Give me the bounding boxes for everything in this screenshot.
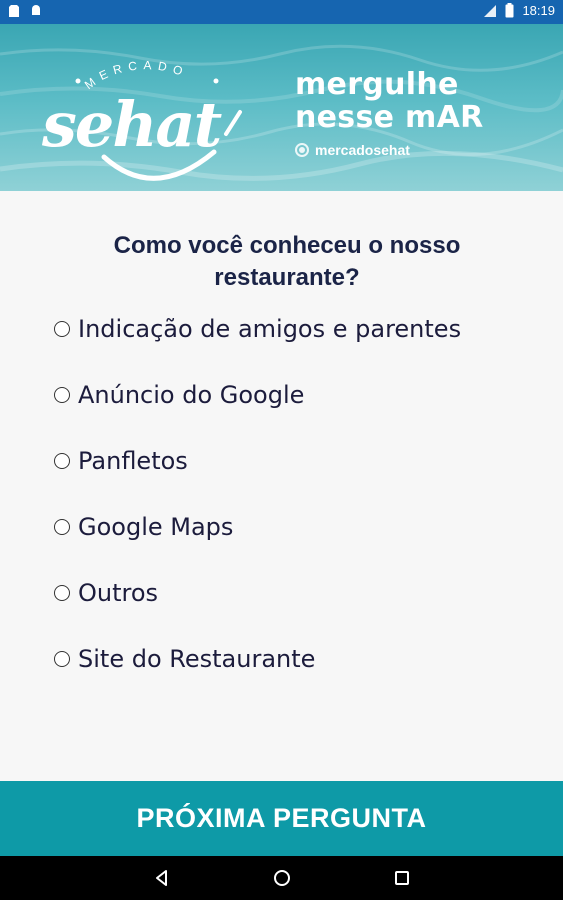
battery-icon	[505, 3, 514, 18]
radio-button[interactable]	[54, 651, 70, 667]
option-label: Indicação de amigos e parentes	[78, 315, 462, 343]
option-anuncio-google[interactable]: Anúncio do Google	[54, 378, 534, 444]
slogan-line-1: mergulhe	[295, 67, 459, 102]
slogan-line-2: nesse mAR	[295, 100, 484, 135]
logo-script-text: sehat	[41, 88, 223, 161]
option-outros[interactable]: Outros	[54, 576, 534, 642]
instagram-icon	[295, 143, 309, 157]
option-label: Google Maps	[78, 513, 234, 541]
handle-text: mercadosehat	[315, 142, 410, 158]
option-panfletos[interactable]: Panfletos	[54, 444, 534, 510]
recents-icon[interactable]	[392, 868, 412, 888]
option-google-maps[interactable]: Google Maps	[54, 510, 534, 576]
survey-question: Como você conheceu o nosso restaurante?	[113, 232, 461, 291]
radio-button[interactable]	[54, 453, 70, 469]
answer-options: Indicação de amigos e parentes Anúncio d…	[54, 312, 534, 708]
radio-button[interactable]	[54, 585, 70, 601]
status-time: 18:19	[522, 3, 555, 18]
android-icon	[32, 5, 40, 15]
option-site-restaurante[interactable]: Site do Restaurante	[54, 642, 534, 708]
back-icon[interactable]	[152, 868, 172, 888]
option-label: Panfletos	[78, 447, 188, 475]
signal-icon	[484, 4, 497, 17]
radio-button[interactable]	[54, 321, 70, 337]
slogan: mergulhe nesse mAR mercadosehat	[295, 68, 484, 158]
mercado-sehat-logo: MERCADO sehat	[34, 42, 264, 191]
radio-button[interactable]	[54, 519, 70, 535]
header-banner: MERCADO sehat mergulhe nesse mAR mercado…	[0, 24, 563, 191]
status-bar: 18:19	[0, 0, 563, 24]
next-question-button[interactable]: PRÓXIMA PERGUNTA	[0, 781, 563, 856]
social-handle: mercadosehat	[295, 142, 484, 158]
option-label: Site do Restaurante	[78, 645, 316, 673]
navigation-bar	[0, 856, 563, 900]
option-indicacao[interactable]: Indicação de amigos e parentes	[54, 312, 534, 378]
option-label: Anúncio do Google	[78, 381, 305, 409]
storage-icon	[9, 5, 19, 17]
option-label: Outros	[78, 579, 159, 607]
radio-button[interactable]	[54, 387, 70, 403]
home-icon[interactable]	[272, 868, 292, 888]
